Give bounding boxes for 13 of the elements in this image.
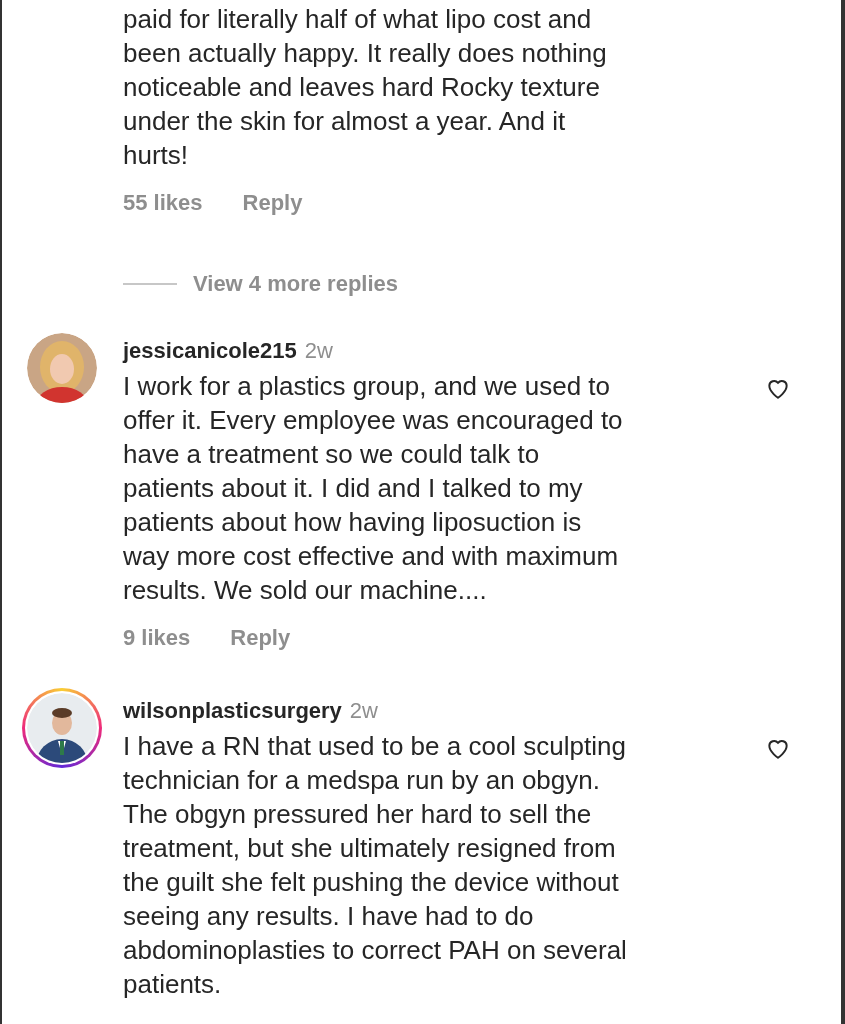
comment-text: I have a RN that used to be a cool sculpting technician for a medspa run by an obgyn. The obgyn pressured her hard to sell the treatment, but she ultimately resigned from the guilt she felt pushing the device without seeing any results. I have had to do abdominoplasties to correct PAH on several patients. bbox=[123, 730, 628, 1001]
view-replies-link[interactable]: View 4 more replies bbox=[193, 267, 399, 300]
comment-text: I work for a plastics group, and we used to offer it. Every employee was encouraged to have a treatment so we could talk to patients about it. I did and I talked to my patients about how having liposuction is way more cost effective and with maximum results. We sold our machine.... bbox=[123, 370, 624, 607]
timestamp: 2w bbox=[349, 697, 378, 725]
username[interactable]: wilsonplasticsurgery bbox=[123, 694, 342, 727]
avatar[interactable] bbox=[27, 333, 97, 403]
likes-count[interactable]: 55 likes bbox=[123, 186, 203, 219]
reply-button[interactable]: Reply bbox=[242, 186, 303, 219]
reply-button[interactable]: Reply bbox=[230, 621, 291, 654]
likes-count[interactable]: 9 likes bbox=[123, 621, 191, 654]
timestamp: 2w bbox=[304, 337, 333, 365]
username[interactable]: jessicanicole215 bbox=[123, 334, 297, 367]
comment-text: paid for literally half of what lipo cost and been actually happy. It really does nothing noticeable and leaves hard Rocky texture under the skin for almost a year. And it hurts! bbox=[123, 3, 608, 172]
